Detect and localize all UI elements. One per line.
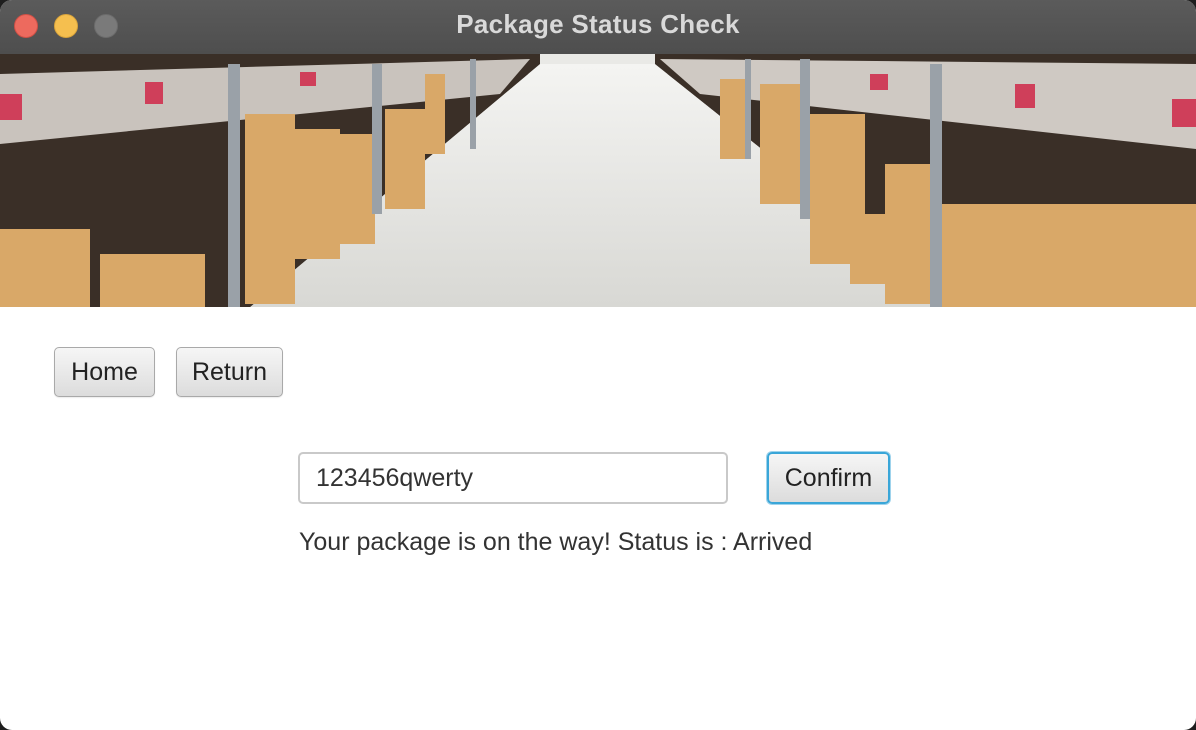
window-title: Package Status Check bbox=[456, 9, 740, 39]
app-window: Package Status Check Home Return 123456q… bbox=[0, 0, 1196, 730]
home-button[interactable]: Home bbox=[54, 347, 155, 397]
package-status-message: Your package is on the way! Status is : … bbox=[299, 528, 813, 556]
confirm-button[interactable]: Confirm bbox=[767, 452, 890, 504]
tracking-number-input[interactable] bbox=[298, 452, 728, 504]
return-button[interactable]: Return bbox=[176, 347, 283, 397]
warehouse-banner-image bbox=[0, 54, 1196, 307]
title-bar: Package Status Check bbox=[0, 0, 1196, 55]
